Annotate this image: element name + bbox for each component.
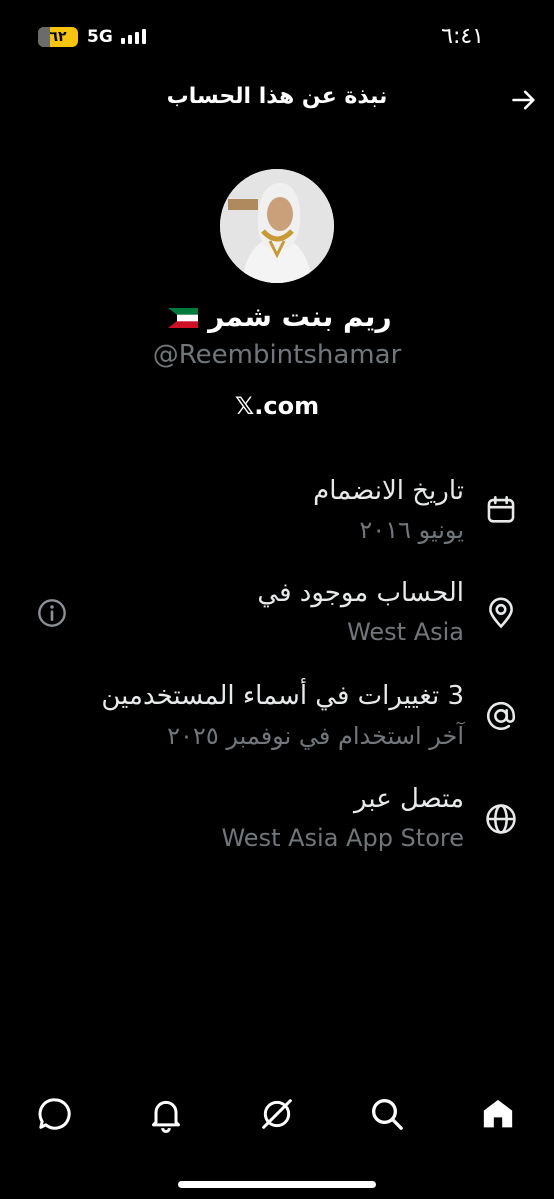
network-type: 5G bbox=[87, 27, 113, 47]
location-value: West Asia bbox=[347, 618, 464, 646]
messages-icon[interactable] bbox=[35, 1094, 75, 1134]
profile-handle[interactable]: @Reembintshamar bbox=[0, 340, 554, 370]
avatar[interactable] bbox=[220, 169, 334, 283]
search-icon[interactable] bbox=[367, 1094, 407, 1134]
back-arrow-icon[interactable] bbox=[510, 86, 538, 114]
location-pin-icon bbox=[489, 597, 513, 629]
location-title: الحساب موجود في bbox=[257, 578, 464, 608]
home-icon[interactable] bbox=[478, 1094, 518, 1134]
status-time: ٦:٤١ bbox=[441, 24, 484, 49]
profile-name-text: ريم بنت شمر bbox=[208, 300, 392, 333]
grok-icon[interactable] bbox=[257, 1094, 297, 1134]
page-title: نبذة عن هذا الحساب bbox=[166, 84, 388, 109]
connected-via-title: متصل عبر bbox=[354, 784, 464, 814]
info-icon[interactable] bbox=[36, 597, 68, 629]
battery-level: ٦٢ bbox=[49, 29, 67, 45]
at-sign-icon bbox=[486, 701, 516, 730]
kuwait-flag-icon bbox=[168, 308, 199, 328]
home-indicator[interactable] bbox=[178, 1181, 376, 1188]
profile-name: ريم بنت شمر bbox=[0, 300, 554, 333]
site-link[interactable]: 𝕏.com bbox=[0, 392, 554, 420]
join-date-value: يونيو ٢٠١٦ bbox=[359, 516, 464, 544]
battery-indicator: ٦٢ bbox=[38, 27, 78, 47]
join-date-title: تاريخ الانضمام bbox=[313, 476, 464, 506]
username-changes-title: 3 تغييرات في أسماء المستخدمين bbox=[101, 681, 464, 711]
globe-icon bbox=[486, 804, 516, 834]
notifications-icon[interactable] bbox=[146, 1094, 186, 1134]
signal-icon bbox=[121, 28, 146, 44]
calendar-icon bbox=[487, 495, 515, 523]
username-changes-value: آخر استخدام في نوفمبر ٢٠٢٥ bbox=[167, 722, 464, 750]
connected-via-value: West Asia App Store bbox=[221, 824, 464, 852]
